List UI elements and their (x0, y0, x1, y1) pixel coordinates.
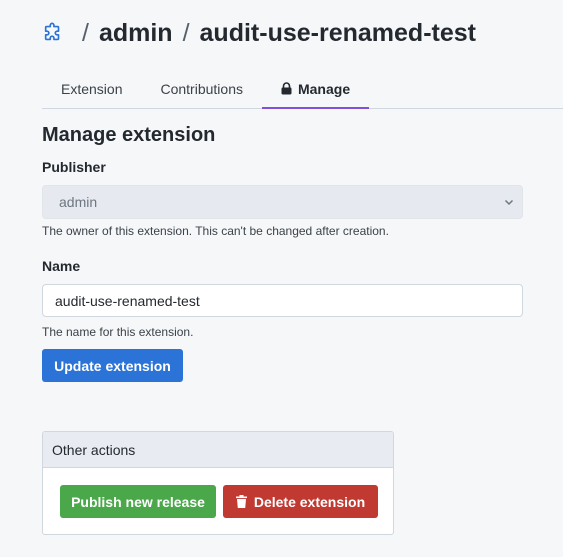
breadcrumb-separator: / (82, 18, 89, 47)
puzzle-icon[interactable] (42, 22, 64, 44)
breadcrumb-separator: / (182, 18, 190, 47)
tab-bar: Extension Contributions Manage (42, 70, 563, 109)
name-input[interactable] (42, 284, 523, 317)
trash-icon (235, 495, 247, 508)
delete-extension-button[interactable]: Delete extension (223, 485, 378, 518)
tab-label: Contributions (160, 80, 243, 97)
tab-label: Manage (297, 80, 351, 97)
tab-contributions[interactable]: Contributions (141, 70, 262, 107)
other-actions-panel: Other actions Publish new release Delete… (42, 431, 394, 535)
publisher-help: The owner of this extension. This can't … (42, 224, 389, 238)
section-title: Manage extension (42, 124, 216, 146)
chevron-down-icon (504, 199, 514, 206)
breadcrumb: / admin / audit-use-renamed-test (42, 14, 476, 52)
lock-icon (281, 82, 292, 95)
publish-release-button[interactable]: Publish new release (60, 485, 216, 518)
page: / admin / audit-use-renamed-test Extensi… (0, 0, 563, 557)
delete-button-label: Delete extension (253, 493, 366, 510)
tab-label: Extension (61, 80, 123, 97)
publisher-selected-value: admin (59, 194, 98, 210)
breadcrumb-publisher[interactable]: admin (99, 19, 173, 48)
name-label: Name (42, 258, 81, 274)
publisher-label: Publisher (42, 159, 106, 175)
name-help: The name for this extension. (42, 325, 194, 339)
update-extension-button[interactable]: Update extension (42, 349, 183, 382)
tab-extension[interactable]: Extension (42, 70, 141, 107)
publisher-select[interactable]: admin (42, 185, 523, 219)
panel-header: Other actions (43, 432, 393, 468)
tab-manage[interactable]: Manage (261, 70, 370, 109)
breadcrumb-extension[interactable]: audit-use-renamed-test (200, 19, 476, 48)
